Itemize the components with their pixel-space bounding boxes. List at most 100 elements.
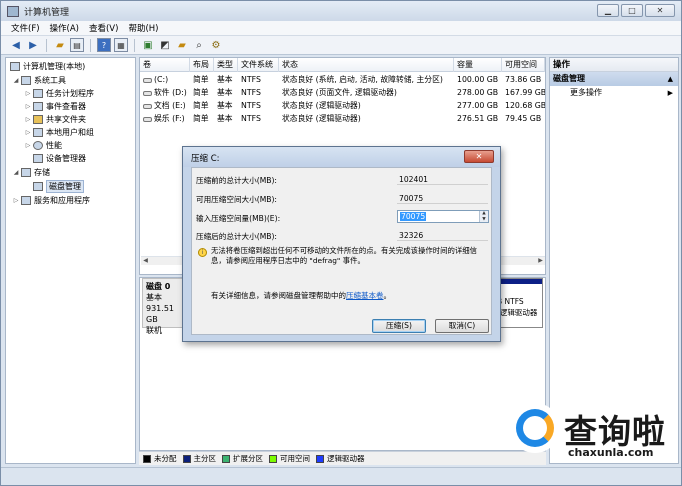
- column-header-layout[interactable]: 布局: [190, 58, 214, 72]
- show-hide-tree-icon[interactable]: ▤: [70, 38, 84, 52]
- layout-cell: 简单: [193, 88, 209, 97]
- capacity-cell: 100.00 GB: [457, 75, 499, 84]
- more-actions-item[interactable]: 更多操作 ▶: [550, 86, 678, 100]
- expand-arrow-icon[interactable]: ◢: [12, 169, 20, 176]
- tree-item-performance[interactable]: ▷ 性能: [24, 139, 62, 152]
- expand-arrow-icon[interactable]: ▷: [24, 142, 32, 149]
- forward-arrow-icon[interactable]: ▶: [26, 38, 40, 52]
- tree-item-local-users[interactable]: ▷ 本地用户和组: [24, 126, 94, 139]
- capacity-cell: 278.00 GB: [457, 88, 499, 97]
- legend-label: 可用空间: [280, 454, 310, 463]
- expand-arrow-icon[interactable]: ▷: [24, 116, 32, 123]
- shrink-amount-label: 输入压缩空间量(MB)(E):: [196, 214, 281, 223]
- legend-item: 逻辑驱动器: [316, 453, 365, 464]
- partition-logical-drive[interactable]: B NTFS (逻辑驱动器: [495, 278, 543, 328]
- shrink-button[interactable]: 压缩(S): [372, 319, 426, 333]
- watermark-logo-icon: [510, 403, 560, 453]
- menu-action[interactable]: 操作(A): [50, 22, 79, 34]
- tree-item-shared-folders[interactable]: ▷ 共享文件夹: [24, 113, 86, 126]
- title-bar: 计算机管理 ▁ □ ✕: [1, 1, 681, 21]
- tree-item-event-viewer[interactable]: ▷ 事件查看器: [24, 100, 86, 113]
- status-cell: 状态良好 (系统, 启动, 活动, 故障转储, 主分区): [282, 75, 443, 84]
- tree-item-label: 事件查看器: [46, 102, 86, 111]
- menu-view[interactable]: 查看(V): [89, 22, 118, 34]
- legend-swatch: [222, 454, 230, 463]
- open-icon[interactable]: ▰: [175, 38, 189, 52]
- toolbar-separator: [90, 38, 91, 52]
- shrink-amount-spinner[interactable]: ▲ ▼: [479, 211, 488, 222]
- drive-icon: [143, 103, 152, 109]
- export-icon[interactable]: ▣: [141, 38, 155, 52]
- layout-cell: 简单: [193, 101, 209, 110]
- tree-item-disk-management[interactable]: 磁盘管理: [24, 180, 84, 193]
- tree-item-label: 服务和应用程序: [34, 196, 90, 205]
- expand-arrow-icon[interactable]: ▷: [24, 103, 32, 110]
- column-header-volume[interactable]: 卷: [140, 58, 190, 72]
- volume-name: 娱乐 (F:): [154, 114, 185, 123]
- actions-section-label: 磁盘管理: [553, 74, 585, 83]
- expand-arrow-icon[interactable]: ▷: [12, 197, 20, 204]
- search-icon[interactable]: ⌕: [192, 38, 206, 52]
- column-header-free-space[interactable]: 可用空间: [502, 58, 545, 72]
- actions-section-disk-management[interactable]: 磁盘管理 ▲: [550, 72, 678, 86]
- connect-icon[interactable]: ◩: [158, 38, 172, 52]
- maximize-button[interactable]: □: [621, 4, 643, 17]
- shrink-amount-value[interactable]: 70075: [400, 212, 427, 221]
- event-log-icon: [33, 102, 43, 111]
- help-link-shrink-basic-volume[interactable]: 压缩基本卷: [346, 291, 384, 300]
- help-icon[interactable]: ?: [97, 38, 111, 52]
- expand-arrow-icon[interactable]: ▷: [24, 129, 32, 136]
- column-header-status[interactable]: 状态: [279, 58, 454, 72]
- table-row[interactable]: (C:) 简单 基本 NTFS 状态良好 (系统, 启动, 活动, 故障转储, …: [140, 73, 545, 86]
- scroll-left-icon[interactable]: ◀: [141, 257, 150, 265]
- window-title: 计算机管理: [24, 7, 70, 18]
- tree-root[interactable]: 计算机管理(本地): [9, 60, 85, 73]
- tree-item-system-tools[interactable]: ◢ 系统工具: [12, 74, 66, 87]
- expand-arrow-icon[interactable]: ◢: [12, 77, 20, 84]
- table-row[interactable]: 软件 (D:) 简单 基本 NTFS 状态良好 (页面文件, 逻辑驱动器) 27…: [140, 86, 545, 99]
- back-arrow-icon[interactable]: ◀: [9, 38, 23, 52]
- menu-help[interactable]: 帮助(H): [128, 22, 158, 34]
- column-header-filesystem[interactable]: 文件系统: [238, 58, 279, 72]
- tree-item-services-apps[interactable]: ▷ 服务和应用程序: [12, 194, 90, 207]
- column-header-type[interactable]: 类型: [214, 58, 238, 72]
- spin-down-icon[interactable]: ▼: [480, 217, 488, 223]
- tree-item-device-manager[interactable]: 设备管理器: [24, 152, 86, 165]
- navigation-tree: 计算机管理(本地) ◢ 系统工具 ▷ 任务计划程序 ▷ 事件查看器 ▷ 共享文件…: [5, 57, 136, 464]
- services-icon: [21, 196, 31, 205]
- legend-label: 扩展分区: [233, 454, 263, 463]
- minimize-button[interactable]: ▁: [597, 4, 619, 17]
- tree-item-storage[interactable]: ◢ 存储: [12, 166, 50, 179]
- table-row[interactable]: 娱乐 (F:) 简单 基本 NTFS 状态良好 (逻辑驱动器) 276.51 G…: [140, 112, 545, 125]
- settings-icon[interactable]: ⚙: [209, 38, 223, 52]
- table-row[interactable]: 文档 (E:) 简单 基本 NTFS 状态良好 (逻辑驱动器) 277.00 G…: [140, 99, 545, 112]
- volume-name: 软件 (D:): [154, 88, 187, 97]
- free-space-cell: 167.99 GB: [505, 88, 545, 97]
- properties-icon[interactable]: ▦: [114, 38, 128, 52]
- partition-filesystem: B NTFS: [497, 297, 524, 306]
- close-button[interactable]: ✕: [645, 4, 675, 17]
- capacity-cell: 276.51 GB: [457, 114, 499, 123]
- dialog-close-button[interactable]: ✕: [464, 150, 494, 163]
- scroll-right-icon[interactable]: ▶: [536, 257, 545, 265]
- tree-item-task-scheduler[interactable]: ▷ 任务计划程序: [24, 87, 94, 100]
- column-header-capacity[interactable]: 容量: [454, 58, 502, 72]
- tree-item-label: 系统工具: [34, 76, 66, 85]
- tree-item-label: 共享文件夹: [46, 115, 86, 124]
- expand-arrow-icon[interactable]: ▷: [24, 90, 32, 97]
- type-cell: 基本: [217, 88, 233, 97]
- available-shrink-label: 可用压缩空间大小(MB):: [196, 195, 277, 204]
- menu-file[interactable]: 文件(F): [11, 22, 40, 34]
- up-folder-icon[interactable]: ▰: [53, 38, 67, 52]
- cancel-button[interactable]: 取消(C): [435, 319, 489, 333]
- partition-status: (逻辑驱动器: [497, 308, 538, 317]
- status-cell: 状态良好 (页面文件, 逻辑驱动器): [282, 88, 397, 97]
- users-icon: [33, 128, 43, 137]
- collapse-up-icon[interactable]: ▲: [668, 72, 673, 86]
- legend-item: 扩展分区: [222, 453, 263, 464]
- shrink-amount-input[interactable]: 70075 ▲ ▼: [397, 210, 489, 223]
- status-cell: 状态良好 (逻辑驱动器): [282, 101, 361, 110]
- more-actions-label: 更多操作: [570, 88, 602, 97]
- total-size-before-value: 102401: [397, 174, 488, 185]
- help-text: 有关详细信息，请参阅磁盘管理帮助中的压缩基本卷。: [211, 290, 391, 301]
